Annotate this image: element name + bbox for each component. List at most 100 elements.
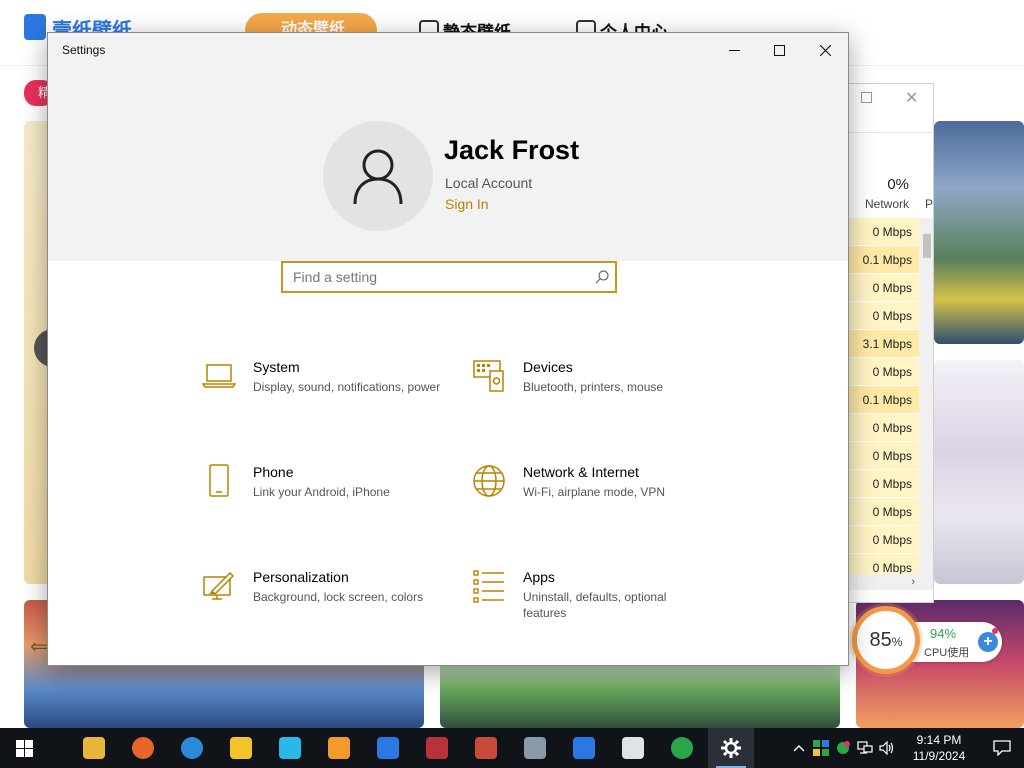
minimize-button[interactable] bbox=[711, 33, 757, 67]
winrar-alt-icon bbox=[475, 737, 497, 759]
horizontal-scrollbar[interactable]: › bbox=[849, 574, 933, 590]
category-personalization[interactable]: Personalization Background, lock screen,… bbox=[202, 569, 452, 631]
taskbar-app-button[interactable] bbox=[120, 728, 166, 768]
taskbar-app-button[interactable] bbox=[463, 728, 509, 768]
avatar[interactable] bbox=[323, 121, 433, 231]
column-header-next[interactable]: P bbox=[925, 197, 933, 211]
cpu-usage-ring[interactable]: 85% bbox=[852, 606, 920, 674]
office-app-icon bbox=[328, 737, 350, 759]
start-button[interactable] bbox=[0, 728, 48, 768]
edge-icon bbox=[181, 737, 203, 759]
task-manager-titlebar: ✕ bbox=[849, 84, 933, 114]
category-title: Phone bbox=[253, 464, 294, 480]
column-header-network[interactable]: Network bbox=[865, 197, 909, 211]
taskbar-app-button[interactable] bbox=[659, 728, 705, 768]
maximize-button[interactable] bbox=[861, 92, 872, 103]
laptop-icon bbox=[202, 364, 236, 388]
search-input[interactable] bbox=[283, 263, 583, 291]
green-app-icon bbox=[837, 741, 850, 754]
search-icon[interactable] bbox=[593, 268, 611, 286]
globe-icon bbox=[473, 465, 505, 497]
wallpaper-app-logo bbox=[24, 14, 46, 40]
account-header: Jack Frost Local Account Sign In bbox=[48, 67, 848, 261]
volume-button[interactable] bbox=[876, 728, 898, 768]
category-description: Bluetooth, printers, mouse bbox=[523, 380, 664, 394]
network-total-percent: 0% bbox=[887, 176, 909, 193]
category-description: Link your Android, iPhone bbox=[253, 485, 390, 499]
wallpaper-thumbnail[interactable] bbox=[934, 360, 1024, 584]
system-tray bbox=[788, 728, 898, 768]
minimize-icon bbox=[728, 49, 740, 51]
tray-app-icon[interactable] bbox=[832, 728, 854, 768]
green-plus-icon bbox=[671, 737, 693, 759]
notification-icon bbox=[993, 740, 1011, 756]
close-button[interactable]: ✕ bbox=[905, 88, 918, 108]
category-network[interactable]: Network & Internet Wi-Fi, airplane mode,… bbox=[472, 464, 722, 526]
sign-in-link[interactable]: Sign In bbox=[445, 196, 489, 212]
clock-date: 11/9/2024 bbox=[912, 749, 966, 763]
scrollbar-thumb[interactable] bbox=[923, 234, 931, 258]
cpu-secondary-value: 94% bbox=[930, 626, 957, 641]
taskbar-app-button[interactable] bbox=[365, 728, 411, 768]
taskbar-app-button[interactable] bbox=[414, 728, 460, 768]
network-column: 0 Mbps 0.1 Mbps 0 Mbps 0 Mbps 3.1 Mbps 0… bbox=[849, 218, 919, 582]
wallpaper-thumbnail[interactable] bbox=[934, 121, 1024, 344]
gallery-app-icon bbox=[230, 737, 252, 759]
network-cell: 0.1 Mbps bbox=[849, 386, 919, 414]
close-icon bbox=[819, 44, 831, 56]
network-cell: 0 Mbps bbox=[849, 470, 919, 498]
clock[interactable]: 9:14 PM 11/9/2024 bbox=[902, 732, 976, 764]
paint-app-icon bbox=[279, 737, 301, 759]
chevron-right-icon[interactable]: › bbox=[911, 576, 915, 588]
network-status-button[interactable] bbox=[854, 728, 876, 768]
window-title: Settings bbox=[62, 43, 106, 57]
show-hidden-icons-button[interactable] bbox=[788, 728, 810, 768]
settings-titlebar[interactable]: Settings bbox=[48, 33, 848, 67]
wallpaper-app-icon bbox=[377, 737, 399, 759]
network-cell: 0 Mbps bbox=[849, 274, 919, 302]
devices-icon bbox=[473, 360, 504, 392]
accelerate-button[interactable]: + bbox=[978, 632, 998, 652]
settings-gear-icon bbox=[720, 737, 742, 759]
network-cell: 0 Mbps bbox=[849, 302, 919, 330]
cpu-main-value: 85 bbox=[869, 629, 892, 651]
category-system[interactable]: System Display, sound, notifications, po… bbox=[202, 359, 452, 421]
taskbar-app-button[interactable] bbox=[561, 728, 607, 768]
phone-icon bbox=[209, 464, 229, 497]
category-devices[interactable]: Devices Bluetooth, printers, mouse bbox=[472, 359, 722, 421]
close-button[interactable] bbox=[802, 33, 848, 67]
cpu-widget-panel: 94% CPU使用 + bbox=[908, 622, 1002, 662]
person-icon bbox=[353, 149, 403, 205]
cpu-main-unit: % bbox=[891, 635, 903, 649]
category-apps[interactable]: Apps Uninstall, defaults, optional featu… bbox=[472, 569, 722, 631]
chevron-up-icon bbox=[793, 745, 805, 752]
taskbar-app-button[interactable] bbox=[169, 728, 215, 768]
action-center-button[interactable] bbox=[980, 728, 1024, 768]
maximize-icon bbox=[773, 44, 785, 56]
category-phone[interactable]: Phone Link your Android, iPhone bbox=[202, 464, 452, 526]
task-manager-window: ✕ 0% Network P 0 Mbps 0.1 Mbps 0 Mbps 0 … bbox=[848, 83, 934, 603]
category-description: Display, sound, notifications, power bbox=[253, 380, 441, 394]
taskbar-app-button[interactable] bbox=[218, 728, 264, 768]
taskbar-app-button[interactable] bbox=[316, 728, 362, 768]
taskbar-app-button[interactable] bbox=[267, 728, 313, 768]
tray-app-icon[interactable] bbox=[810, 728, 832, 768]
file-explorer-icon bbox=[83, 737, 105, 759]
taskbar-app-button[interactable] bbox=[610, 728, 656, 768]
taskbar-app-button[interactable] bbox=[71, 728, 117, 768]
firefox-icon bbox=[132, 737, 154, 759]
cpu-monitor-widget[interactable]: 94% CPU使用 + 85% bbox=[852, 606, 1002, 676]
maximize-button[interactable] bbox=[756, 33, 802, 67]
taskbar-app-button[interactable] bbox=[708, 728, 754, 768]
network-cell: 0 Mbps bbox=[849, 442, 919, 470]
remote-desktop-icon bbox=[524, 737, 546, 759]
taskbar-app-button[interactable] bbox=[512, 728, 558, 768]
category-description: Wi-Fi, airplane mode, VPN bbox=[523, 485, 666, 499]
search-box[interactable] bbox=[281, 261, 617, 293]
category-description: Background, lock screen, colors bbox=[253, 590, 424, 604]
network-cell: 0 Mbps bbox=[849, 526, 919, 554]
vertical-scrollbar[interactable] bbox=[919, 218, 933, 574]
category-description: Uninstall, defaults, optional features bbox=[523, 590, 667, 620]
cpu-usage-label: CPU使用 bbox=[924, 647, 970, 659]
security-shield-icon bbox=[573, 737, 595, 759]
